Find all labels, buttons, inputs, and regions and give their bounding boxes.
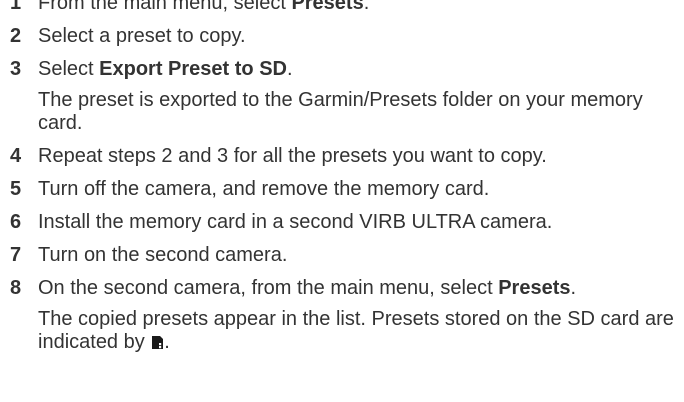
step-3: 3 Select Export Preset to SD. <box>0 58 684 81</box>
step-8-note-end: . <box>164 331 170 353</box>
step-number: 4 <box>10 145 22 167</box>
step-7: 7 Turn on the second camera. <box>0 244 684 267</box>
step-emphasis: Presets <box>498 277 571 299</box>
step-number: 8 <box>10 277 22 299</box>
step-number: 7 <box>10 244 22 266</box>
step-2: 2 Select a preset to copy. <box>0 25 684 48</box>
step-text: Select a preset to copy. <box>38 25 246 47</box>
step-text: From the main menu, select <box>38 0 292 14</box>
step-number: 2 <box>10 25 22 47</box>
step-text: Turn on the second camera. <box>38 244 288 266</box>
step-8: 8 On the second camera, from the main me… <box>0 277 684 300</box>
step-punct: . <box>286 58 293 80</box>
step-text: Select <box>38 58 100 80</box>
step-4: 4 Repeat steps 2 and 3 for all the prese… <box>0 145 684 168</box>
step-8-note: The copied presets appear in the list. P… <box>0 308 684 354</box>
step-number: 1 <box>10 0 22 14</box>
step-number: 5 <box>10 178 22 200</box>
step-punct: . <box>363 0 370 14</box>
step-1: 1 From the main menu, select Presets. <box>0 0 684 15</box>
step-emphasis: Presets <box>291 0 364 14</box>
step-text: Install the memory card in a second VIRB… <box>38 211 553 233</box>
step-5: 5 Turn off the camera, and remove the me… <box>0 178 684 201</box>
instruction-page: 1 From the main menu, select Presets. 2 … <box>0 0 684 364</box>
step-number: 6 <box>10 211 22 233</box>
step-3-note: The preset is exported to the Garmin/Pre… <box>38 89 643 134</box>
step-6: 6 Install the memory card in a second VI… <box>0 211 684 234</box>
step-punct: . <box>570 277 577 299</box>
step-text: Turn off the camera, and remove the memo… <box>38 178 490 200</box>
step-8-note-text: The copied presets appear in the list. P… <box>38 308 674 353</box>
step-number: 3 <box>10 58 22 80</box>
step-text: Repeat steps 2 and 3 for all the presets… <box>38 145 547 167</box>
sd-card-icon <box>152 332 164 349</box>
step-emphasis: Export Preset to SD <box>99 58 287 80</box>
step-text: On the second camera, from the main menu… <box>38 277 499 299</box>
